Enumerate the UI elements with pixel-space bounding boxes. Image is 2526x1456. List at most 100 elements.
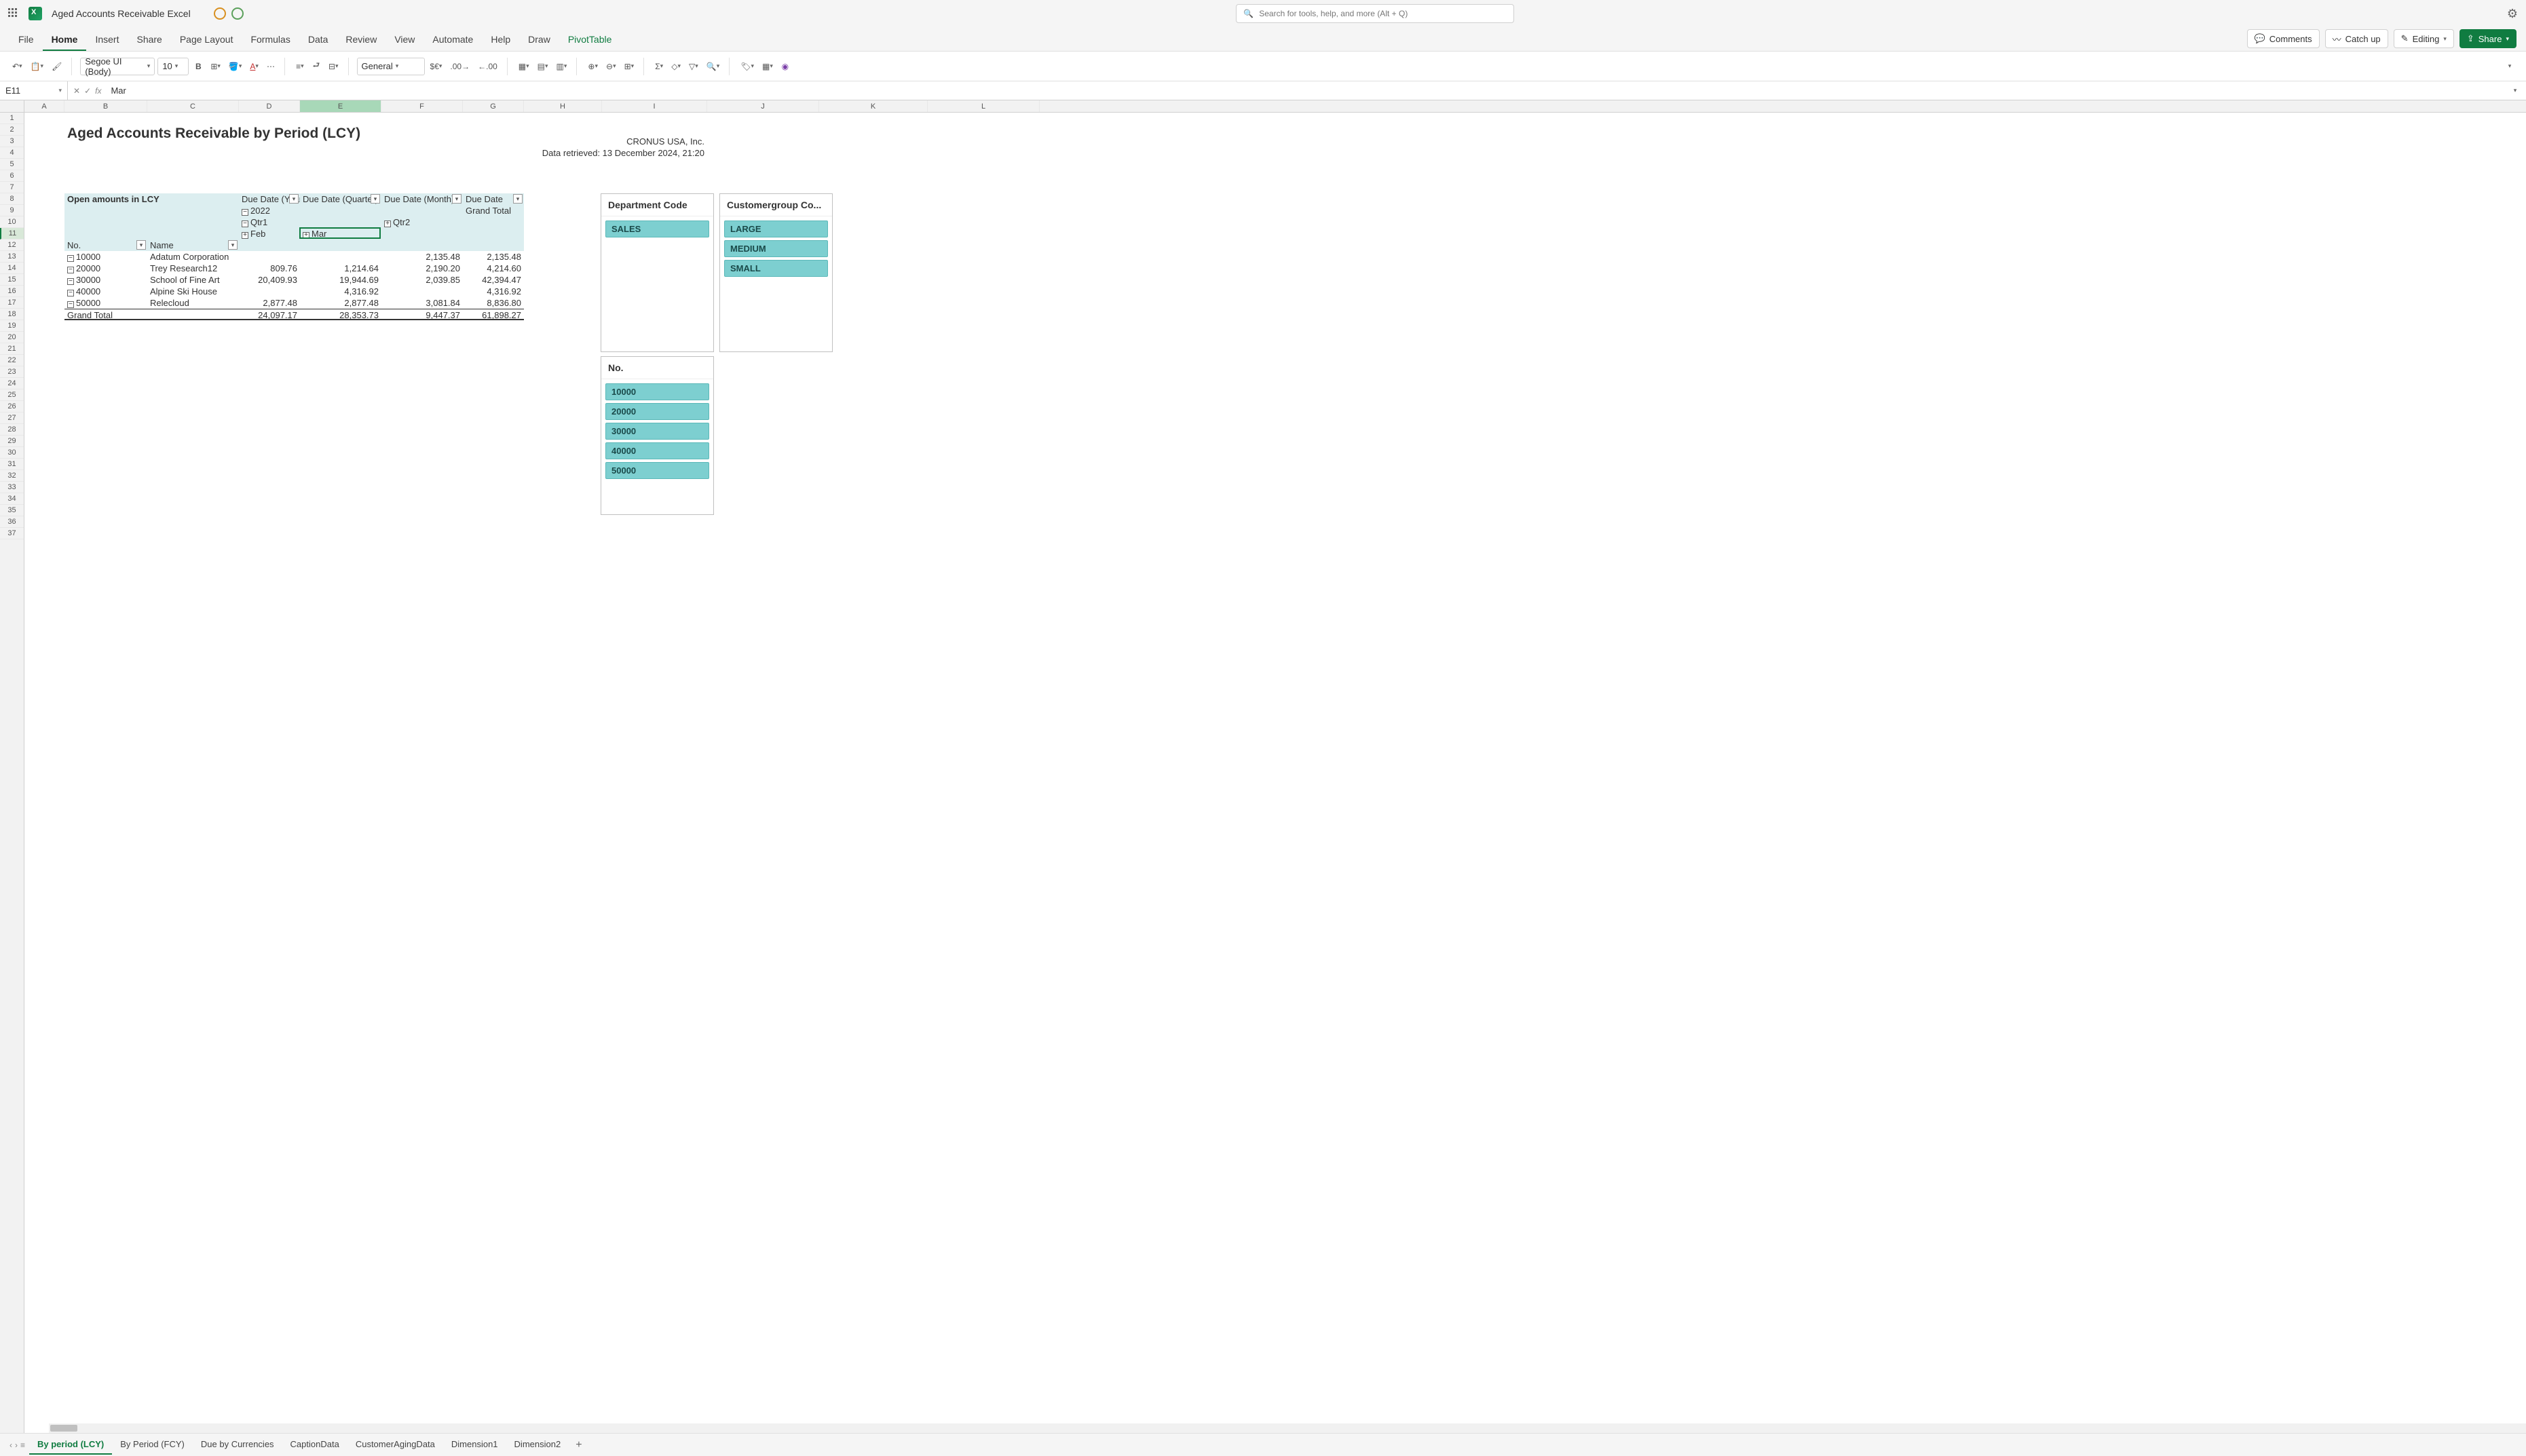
row-header-15[interactable]: 15 <box>0 274 24 286</box>
name-box[interactable]: E11 <box>0 81 68 100</box>
borders-button[interactable]: ⊞▾ <box>208 58 223 75</box>
row-header-1[interactable]: 1 <box>0 113 24 124</box>
apps-menu-icon[interactable] <box>8 8 19 19</box>
row-header-2[interactable]: 2 <box>0 124 24 136</box>
insert-cells-button[interactable]: ⊕▾ <box>585 58 601 75</box>
row-header-36[interactable]: 36 <box>0 516 24 528</box>
cell-styles-button[interactable]: ▥▾ <box>554 58 570 75</box>
number-format-select[interactable]: General▾ <box>357 58 425 75</box>
row-header-6[interactable]: 6 <box>0 170 24 182</box>
format-cells-button[interactable]: ⊞▾ <box>622 58 637 75</box>
row-header-12[interactable]: 12 <box>0 240 24 251</box>
settings-gear-icon[interactable]: ⚙ <box>2507 7 2518 21</box>
row-header-27[interactable]: 27 <box>0 413 24 424</box>
tab-page-layout[interactable]: Page Layout <box>171 29 242 51</box>
addins-button[interactable]: ▦▾ <box>759 58 776 75</box>
row-header-13[interactable]: 13 <box>0 251 24 263</box>
spreadsheet-grid[interactable]: ABCDEFGHIJKL 123456789101112131415161718… <box>0 100 2526 1433</box>
year-filter[interactable]: ▾ <box>289 194 299 204</box>
row-no-10000[interactable]: −10000 <box>64 251 147 263</box>
paste-button[interactable]: 📋▾ <box>28 58 46 75</box>
col-header-D[interactable]: D <box>239 100 300 112</box>
col-header-C[interactable]: C <box>147 100 239 112</box>
catchup-button[interactable]: 〰 Catch up <box>2325 29 2388 48</box>
comments-button[interactable]: 💬 Comments <box>2247 29 2320 48</box>
row-header-31[interactable]: 31 <box>0 459 24 470</box>
editing-mode-button[interactable]: ✎ Editing ▾ <box>2394 29 2454 48</box>
merge-button[interactable]: ⊟▾ <box>326 58 341 75</box>
tab-pivottable[interactable]: PivotTable <box>559 29 621 51</box>
tab-help[interactable]: Help <box>482 29 519 51</box>
sync-icon[interactable] <box>231 7 244 20</box>
slicer-no-item[interactable]: 30000 <box>605 423 709 440</box>
row-header-9[interactable]: 9 <box>0 205 24 216</box>
share-button[interactable]: ⇪ Share ▾ <box>2459 29 2516 48</box>
row-header-20[interactable]: 20 <box>0 332 24 343</box>
row-header-16[interactable]: 16 <box>0 286 24 297</box>
sheet-list-icon[interactable]: ≡ <box>20 1440 25 1450</box>
align-button[interactable]: ≡▾ <box>293 58 307 75</box>
font-size-select[interactable]: 10▾ <box>157 58 189 75</box>
feb-cell[interactable]: +Feb <box>239 228 300 240</box>
wrap-button[interactable]: ⮐ <box>309 58 323 75</box>
tab-share[interactable]: Share <box>128 29 170 51</box>
add-sheet-button[interactable]: + <box>569 1435 588 1455</box>
col-header-L[interactable]: L <box>928 100 1040 112</box>
col-header-K[interactable]: K <box>819 100 928 112</box>
col-header-A[interactable]: A <box>24 100 64 112</box>
sheet-tab[interactable]: By Period (FCY) <box>112 1435 193 1455</box>
format-table-button[interactable]: ▤▾ <box>535 58 551 75</box>
currency-button[interactable]: $€▾ <box>428 58 445 75</box>
sheet-tab[interactable]: Dimension1 <box>443 1435 506 1455</box>
mar-cell[interactable]: +Mar <box>300 228 381 240</box>
sheet-tab[interactable]: Dimension2 <box>506 1435 569 1455</box>
select-all-corner[interactable] <box>0 100 24 112</box>
more-font-button[interactable]: ⋯ <box>264 58 278 75</box>
copilot-button[interactable]: ◉ <box>778 58 792 75</box>
row-header-29[interactable]: 29 <box>0 436 24 447</box>
tab-data[interactable]: Data <box>299 29 337 51</box>
row-no-20000[interactable]: −20000 <box>64 263 147 274</box>
row-header-35[interactable]: 35 <box>0 505 24 516</box>
enter-formula-icon[interactable]: ✓ <box>84 86 91 96</box>
col-header-G[interactable]: G <box>463 100 524 112</box>
month-filter[interactable]: ▾ <box>452 194 461 204</box>
row-header-22[interactable]: 22 <box>0 355 24 366</box>
increase-decimal-button[interactable]: ←.00 <box>475 58 500 75</box>
autosave-icon[interactable] <box>214 7 226 20</box>
tab-review[interactable]: Review <box>337 29 385 51</box>
row-header-7[interactable]: 7 <box>0 182 24 193</box>
slicer-cgroup-item[interactable]: SMALL <box>724 260 828 277</box>
autosum-button[interactable]: Σ▾ <box>652 58 666 75</box>
row-header-3[interactable]: 3 <box>0 136 24 147</box>
row-header-4[interactable]: 4 <box>0 147 24 159</box>
row-header-10[interactable]: 10 <box>0 216 24 228</box>
format-painter-button[interactable]: 🖌 <box>49 58 64 75</box>
row-header-18[interactable]: 18 <box>0 309 24 320</box>
slicer-no-item[interactable]: 10000 <box>605 383 709 400</box>
slicer-dept-item[interactable]: SALES <box>605 221 709 237</box>
sheet-nav-prev-icon[interactable]: ‹ <box>10 1440 12 1450</box>
ribbon-expand-button[interactable]: ▾ <box>2503 58 2516 75</box>
formula-input[interactable]: Mar <box>107 85 2508 96</box>
sheet-tab[interactable]: CustomerAgingData <box>347 1435 443 1455</box>
font-name-select[interactable]: Segoe UI (Body)▾ <box>80 58 155 75</box>
search-input[interactable]: 🔍 Search for tools, help, and more (Alt … <box>1236 4 1514 23</box>
sheet-tab[interactable]: Due by Currencies <box>193 1435 282 1455</box>
row-header-17[interactable]: 17 <box>0 297 24 309</box>
row-header-34[interactable]: 34 <box>0 493 24 505</box>
tab-formulas[interactable]: Formulas <box>242 29 299 51</box>
col-header-I[interactable]: I <box>602 100 707 112</box>
slicer-no-item[interactable]: 40000 <box>605 442 709 459</box>
scrollbar-thumb[interactable] <box>50 1425 77 1432</box>
row-header-19[interactable]: 19 <box>0 320 24 332</box>
slicer-no-item[interactable]: 20000 <box>605 403 709 420</box>
slicer-dept[interactable]: Department CodeSALES <box>601 193 714 352</box>
find-button[interactable]: 🔍▾ <box>704 58 722 75</box>
col-header-J[interactable]: J <box>707 100 819 112</box>
fx-icon[interactable]: fx <box>95 86 101 96</box>
formula-expand-button[interactable]: ▾ <box>2508 82 2522 100</box>
sort-filter-button[interactable]: ▽▾ <box>686 58 701 75</box>
qtr2[interactable]: +Qtr2 <box>381 216 463 228</box>
delete-cells-button[interactable]: ⊖▾ <box>603 58 619 75</box>
